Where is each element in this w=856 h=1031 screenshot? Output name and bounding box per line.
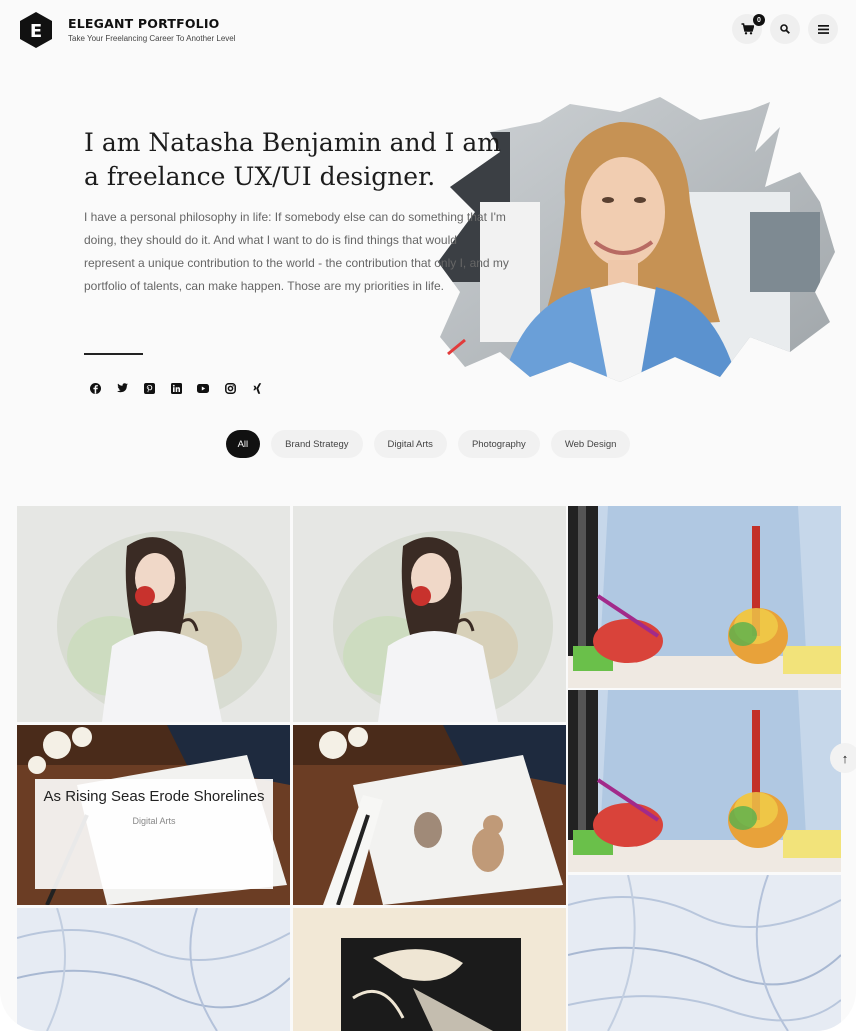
social-links <box>88 381 264 395</box>
portfolio-hover-caption[interactable]: As Rising Seas Erode Shorelines Digital … <box>35 779 273 889</box>
youtube-link[interactable] <box>196 381 210 395</box>
xing-link[interactable] <box>250 381 264 395</box>
linkedin-icon <box>170 382 182 394</box>
portfolio-item-girl-apple-2[interactable] <box>293 506 566 722</box>
menu-icon <box>817 24 829 34</box>
twitter-link[interactable] <box>115 381 129 395</box>
caption-category: Digital Arts <box>132 816 176 826</box>
portfolio-item-abstract-blue-2[interactable] <box>568 875 841 1031</box>
youtube-icon <box>197 383 209 393</box>
portfolio-image <box>568 690 841 872</box>
portfolio-item-painter-2[interactable] <box>568 690 841 872</box>
brand-tagline: Take Your Freelancing Career To Another … <box>68 34 236 43</box>
filter-web-design[interactable]: Web Design <box>550 430 631 458</box>
portfolio-item-woodcut[interactable] <box>293 908 566 1031</box>
xing-icon <box>252 382 261 394</box>
portfolio-image <box>17 908 290 1031</box>
portfolio-item-abstract-blue[interactable] <box>17 908 290 1031</box>
search-icon <box>780 24 790 34</box>
caption-title[interactable]: As Rising Seas Erode Shorelines <box>35 786 273 808</box>
twitter-icon <box>116 383 128 393</box>
filter-all[interactable]: All <box>225 430 261 458</box>
portfolio-item-girl-apple[interactable] <box>17 506 290 722</box>
cart-icon <box>741 23 754 35</box>
search-button[interactable] <box>770 14 800 44</box>
brand[interactable]: ELEGANT PORTFOLIO Take Your Freelancing … <box>68 16 236 43</box>
portfolio-item-painter[interactable] <box>568 506 841 688</box>
arrow-up-icon: ↑ <box>841 750 849 766</box>
hero-description: I have a personal philosophy in life: If… <box>84 210 509 293</box>
filter-digital-arts[interactable]: Digital Arts <box>373 430 447 458</box>
site-logo[interactable]: E <box>18 11 54 49</box>
instagram-icon <box>224 382 236 394</box>
facebook-link[interactable] <box>88 381 102 395</box>
hero-divider <box>84 353 143 355</box>
hero-title: I am Natasha Benjamin and I am a freelan… <box>84 128 501 191</box>
filter-brand-strategy[interactable]: Brand Strategy <box>271 430 363 458</box>
facebook-icon <box>89 382 101 394</box>
cart-count-badge: 0 <box>753 14 765 26</box>
linkedin-link[interactable] <box>169 381 183 395</box>
pinterest-icon <box>143 382 155 394</box>
brand-title[interactable]: ELEGANT PORTFOLIO <box>68 16 236 31</box>
logo-letter: E <box>30 21 42 42</box>
portfolio-image <box>293 725 566 905</box>
instagram-link[interactable] <box>223 381 237 395</box>
portfolio-image <box>293 506 566 722</box>
pinterest-link[interactable] <box>142 381 156 395</box>
back-to-top-button[interactable]: ↑ <box>830 743 856 773</box>
portfolio-image <box>293 908 566 1031</box>
site-header: E ELEGANT PORTFOLIO Take Your Freelancin… <box>0 0 856 60</box>
page: E ELEGANT PORTFOLIO Take Your Freelancin… <box>0 0 856 1031</box>
portfolio-image <box>17 506 290 722</box>
portfolio-image <box>568 506 841 688</box>
menu-button[interactable] <box>808 14 838 44</box>
portfolio-image <box>568 875 841 1031</box>
filter-photography[interactable]: Photography <box>457 430 540 458</box>
portfolio-filters: All Brand Strategy Digital Arts Photogra… <box>0 430 856 458</box>
portfolio-item-animal-sketches[interactable] <box>293 725 566 905</box>
